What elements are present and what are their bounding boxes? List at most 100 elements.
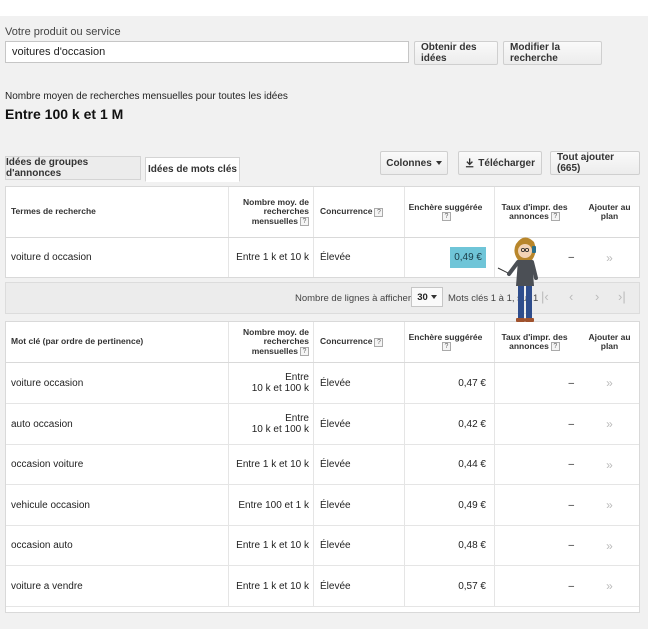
row-bid: 0,57 € [404,566,490,606]
search-terms-table: Termes de recherche Nombre moy. de recher… [5,186,640,278]
add-to-plan-button[interactable]: » [580,445,639,484]
row-term: voiture d occasion [11,252,92,263]
row-bid: 0,42 € [404,404,490,444]
add-to-plan-button[interactable]: » [580,485,639,525]
row-impr: – [494,485,576,525]
double-chevron-icon: » [606,579,613,593]
help-icon[interactable]: ? [441,212,451,222]
help-icon[interactable]: ? [300,216,309,226]
header-term: Mot clé (par ordre de pertinence) [11,336,144,347]
download-label: Télécharger [478,157,535,169]
download-button[interactable]: Télécharger [458,151,542,175]
row-term: occasion voiture [11,459,84,470]
row-bid: 0,49 € [404,485,490,525]
row-term: voiture a vendre [11,580,83,592]
tab-keyword-ideas[interactable]: Idées de mots clés [145,157,240,182]
help-icon[interactable]: ? [550,212,560,222]
help-icon[interactable]: ? [374,207,384,217]
table-row: voiture occasion Entre 10 k et 100 k Élev… [6,363,639,404]
help-icon[interactable]: ? [550,342,560,352]
row-term: vehicule occasion [11,499,90,511]
avg-searches-label: Nombre moyen de recherches mensuelles po… [5,91,288,102]
bid-value-highlight: 0,49 € [450,247,486,268]
row-competition: Élevée [320,252,351,263]
row-volume: Entre 1 k et 10 k [228,238,314,277]
row-competition: Élevée [320,580,351,592]
row-impr: – [494,445,576,484]
row-impr: – [494,526,576,565]
row-volume: Entre 100 et 1 k [228,485,314,525]
row-term: auto occasion [11,418,73,430]
product-search-input[interactable] [5,41,409,63]
help-icon[interactable]: ? [300,346,309,356]
tab-ad-group-ideas[interactable]: Idées de groupes d'annonces [5,156,141,180]
add-to-plan-button[interactable]: » [580,566,639,606]
chevron-down-icon [435,161,442,165]
rows-per-page-label: Nombre de lignes à afficher : [295,293,417,304]
row-bid: 0,47 € [404,363,490,403]
row-volume: Entre 1 k et 10 k [228,566,314,606]
header-competition: Concurrence? [320,187,404,237]
header-impr: Taux d'impr. des annonces? [494,187,576,237]
double-chevron-icon: » [606,250,613,265]
help-icon[interactable]: ? [441,342,451,352]
table-row: voiture a vendre Entre 1 k et 10 k Élevé… [6,566,639,607]
row-volume: Entre 1 k et 10 k [228,445,314,484]
table-row: occasion auto Entre 1 k et 10 k Élevée 0… [6,526,639,566]
row-competition: Élevée [320,418,351,430]
table-row: voiture d occasion Entre 1 k et 10 k Éle… [6,238,639,277]
header-bid: Enchère suggérée? [404,187,490,237]
next-page-icon[interactable]: › [595,289,599,304]
table-row: auto occasion Entre 10 k et 100 k Élevée … [6,404,639,445]
rows-per-page-select[interactable]: 30 [411,287,443,307]
modify-search-button[interactable]: Modifier la recherche [503,41,602,65]
get-ideas-button[interactable]: Obtenir des idées [414,41,498,65]
double-chevron-icon: » [606,538,613,553]
header-term: Termes de recherche [11,206,96,217]
help-icon[interactable]: ? [374,337,384,347]
row-term: occasion auto [11,540,73,551]
row-competition: Élevée [320,377,351,389]
table-row: occasion voiture Entre 1 k et 10 k Élevé… [6,445,639,485]
row-term: voiture occasion [11,377,84,389]
columns-button[interactable]: Colonnes [380,151,448,175]
table-row: vehicule occasion Entre 100 et 1 k Élevé… [6,485,639,526]
avg-searches-value: Entre 100 k et 1 M [5,106,124,122]
row-competition: Élevée [320,540,351,551]
row-volume: Entre 10 k et 100 k [228,404,314,444]
add-all-button[interactable]: Tout ajouter (665) [550,151,640,175]
table-header: Termes de recherche Nombre moy. de recher… [6,187,639,238]
row-competition: Élevée [320,499,351,511]
last-page-icon[interactable]: ›| [618,289,626,304]
add-to-plan-button[interactable]: » [580,363,639,403]
header-volume: Nombre moy. de recherches mensuelles? [228,322,314,362]
pagination-bar: Nombre de lignes à afficher : 30 Mots cl… [5,282,640,314]
row-impr: – [494,404,576,444]
row-bid: 0,44 € [404,445,490,484]
add-to-plan-button[interactable]: » [580,526,639,565]
cartoon-character-illustration [497,237,538,322]
row-bid: 0,49 € [404,238,490,277]
add-to-plan-button[interactable]: » [580,404,639,444]
double-chevron-icon: » [606,498,613,512]
prev-page-icon[interactable]: ‹ [569,289,573,304]
double-chevron-icon: » [606,376,613,390]
product-label: Votre produit ou service [5,26,121,38]
row-impr: – [494,566,576,606]
header-add: Ajouter au plan [588,331,631,351]
table-header: Mot clé (par ordre de pertinence) Nombre… [6,322,639,363]
header-add: Ajouter au plan [588,201,631,221]
add-to-plan-button[interactable]: » [580,238,639,277]
header-competition: Concurrence? [320,322,404,362]
row-volume: Entre 10 k et 100 k [228,363,314,403]
row-volume: Entre 1 k et 10 k [228,526,314,565]
chevron-down-icon [430,295,437,299]
double-chevron-icon: » [606,417,613,431]
download-icon [465,158,474,168]
header-volume: Nombre moy. de recherches mensuelles? [228,187,314,237]
keyword-planner-panel: Votre produit ou service Obtenir des idé… [0,16,648,629]
row-bid: 0,48 € [404,526,490,565]
row-competition: Élevée [320,459,351,470]
header-bid: Enchère suggérée? [404,322,490,362]
double-chevron-icon: » [606,457,613,472]
